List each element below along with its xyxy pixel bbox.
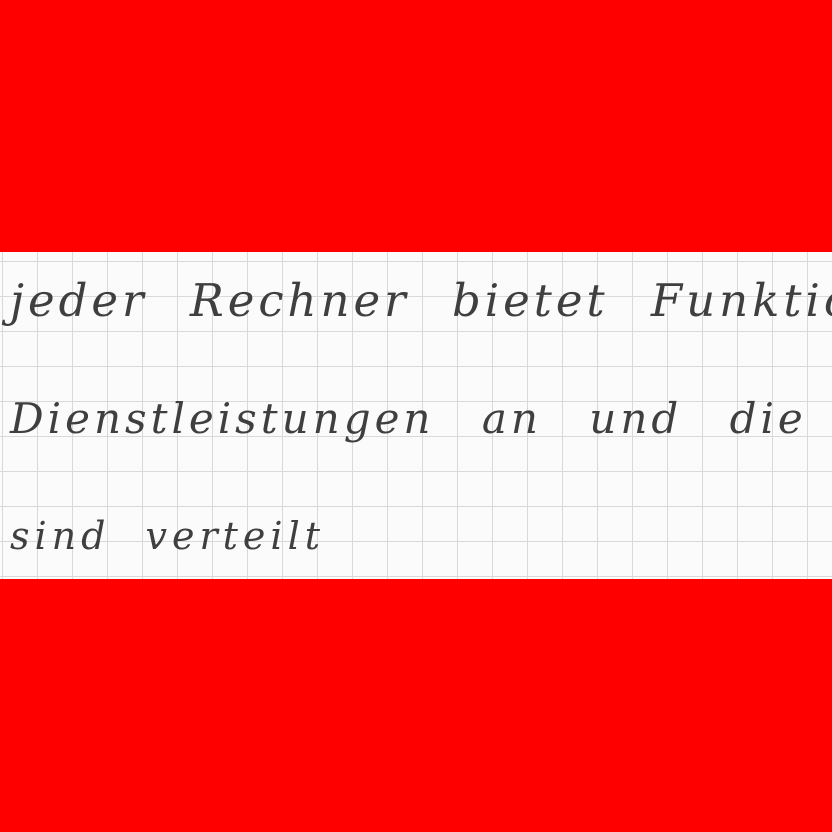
bottom-red-band (0, 579, 832, 832)
handwritten-line-1: jeder Rechner bietet Funktionen und (10, 274, 832, 327)
image-canvas: jeder Rechner bietet Funktionen und Dien… (0, 0, 832, 832)
handwritten-line-2: Dienstleistungen an und die Daten (10, 394, 832, 443)
grid-paper-strip: jeder Rechner bietet Funktionen und Dien… (0, 252, 832, 579)
handwritten-line-3: sind verteilt (10, 514, 325, 558)
top-red-band (0, 0, 832, 252)
